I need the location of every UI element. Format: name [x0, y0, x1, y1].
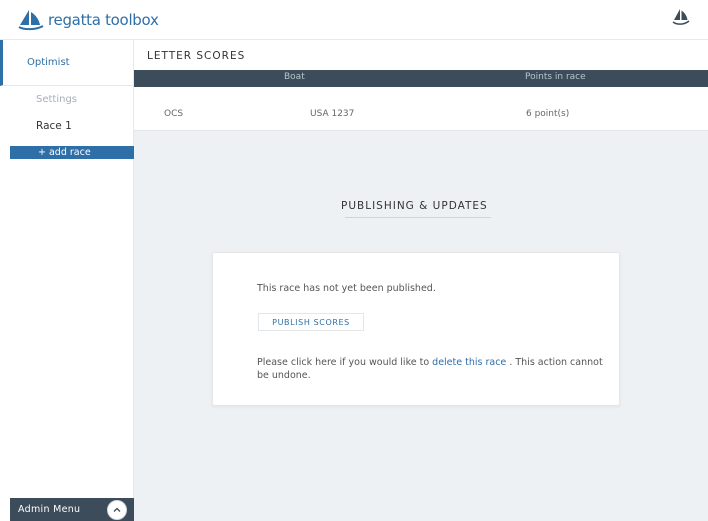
letter-score-cell: OCS: [164, 109, 184, 119]
admin-menu-toggle[interactable]: [107, 500, 127, 520]
letter-scores-title: LETTER SCORES: [147, 50, 246, 62]
main-content: LETTER SCORES Boat Points in race OCS US…: [134, 40, 708, 521]
boat-cell: USA 1237: [310, 109, 355, 119]
sidebar-item-class[interactable]: Optimist: [0, 40, 134, 86]
publishing-card: This race has not yet been published. PU…: [212, 252, 620, 406]
letter-scores-table-header: Boat Points in race: [134, 70, 708, 87]
sidebar-item-settings[interactable]: Settings: [36, 94, 77, 105]
table-row: OCS USA 1237 6 point(s): [134, 87, 708, 131]
publishing-divider: [345, 217, 491, 218]
top-header: regatta toolbox: [0, 0, 708, 40]
publish-scores-button[interactable]: PUBLISH SCORES: [258, 313, 364, 331]
corner-logo: [668, 8, 694, 36]
chevron-up-icon: [113, 507, 121, 512]
publishing-title: PUBLISHING & UPDATES: [341, 200, 488, 212]
add-race-button[interactable]: + add race: [10, 146, 135, 159]
sidebar-item-race-1[interactable]: Race 1: [36, 120, 72, 132]
sailboat-icon: [672, 9, 690, 25]
admin-menu-label: Admin Menu: [18, 504, 81, 515]
letter-scores-header: LETTER SCORES: [134, 40, 708, 70]
publish-status-text: This race has not yet been published.: [257, 283, 436, 294]
points-cell: 6 point(s): [526, 109, 570, 119]
app-logo[interactable]: regatta toolbox: [18, 9, 159, 31]
app-title: regatta toolbox: [48, 11, 159, 29]
delete-race-link[interactable]: delete this race: [432, 357, 506, 368]
delete-race-note: Please click here if you would like to d…: [257, 356, 607, 382]
column-header-boat: Boat: [284, 72, 305, 82]
sidebar-class-label: Optimist: [27, 57, 70, 68]
delete-note-prefix: Please click here if you would like to: [257, 357, 430, 368]
sidebar: Optimist Settings Race 1 + add race Admi…: [0, 40, 135, 521]
column-header-points: Points in race: [525, 72, 586, 82]
sailboat-logo-icon: [18, 10, 44, 31]
